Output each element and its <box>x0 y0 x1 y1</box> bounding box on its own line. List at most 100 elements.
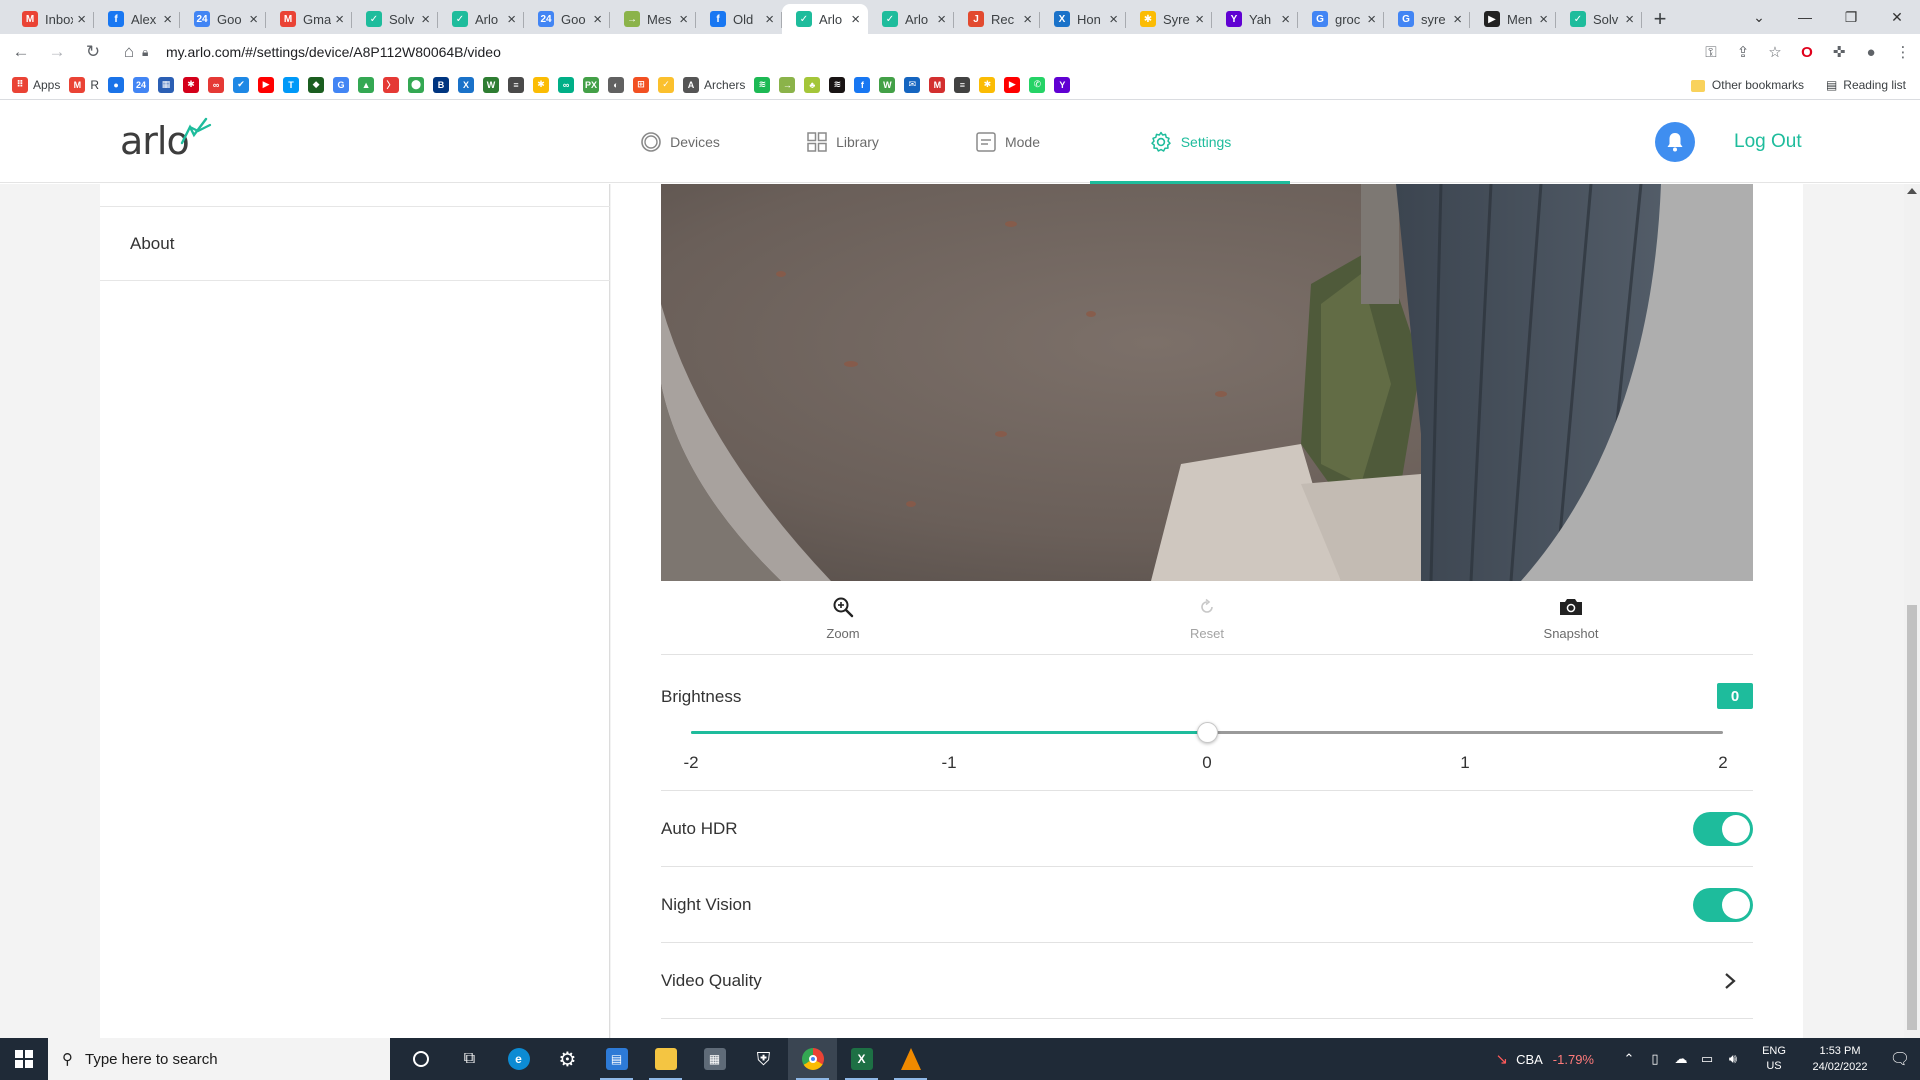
bookmark-item[interactable]: ▶ <box>1004 76 1021 93</box>
nav-mode[interactable]: Mode <box>925 101 1090 183</box>
bookmark-item[interactable]: → <box>779 76 796 93</box>
outlook-app[interactable]: ▤ <box>592 1038 641 1080</box>
tab-close-icon[interactable]: × <box>335 11 344 28</box>
vlc-app[interactable] <box>886 1038 935 1080</box>
bookmark-item[interactable]: G <box>333 76 350 93</box>
bookmark-item[interactable]: Y <box>1054 76 1071 93</box>
scroll-up-arrow[interactable] <box>1907 188 1917 194</box>
bookmark-item[interactable]: M <box>929 76 946 93</box>
nav-settings[interactable]: Settings <box>1090 101 1290 184</box>
browser-tab[interactable]: ✓ Arlo × <box>782 4 868 34</box>
minimize-button[interactable]: — <box>1782 0 1828 34</box>
browser-tab[interactable]: 24 Goo × <box>524 4 610 34</box>
network-icon[interactable]: ▭ <box>1694 1051 1720 1067</box>
tab-close-icon[interactable]: × <box>163 11 172 28</box>
start-button[interactable] <box>0 1038 48 1080</box>
bookmark-item[interactable]: ≋ <box>829 76 846 93</box>
close-window-button[interactable]: ✕ <box>1874 0 1920 34</box>
bookmark-item[interactable]: ▲ <box>358 76 375 93</box>
page-scrollbar[interactable] <box>1904 184 1920 1038</box>
excel-app[interactable]: X <box>837 1038 886 1080</box>
forward-button[interactable]: → <box>42 37 72 67</box>
bookmark-item[interactable]: ⊞ <box>633 76 650 93</box>
edge-app[interactable]: e <box>494 1038 543 1080</box>
address-bar[interactable]: 🔒︎ my.arlo.com/#/settings/device/A8P112W… <box>142 38 1894 66</box>
browser-tab[interactable]: J Rec × <box>954 4 1040 34</box>
browser-tab[interactable]: ✓ Solv × <box>352 4 438 34</box>
brightness-slider-thumb[interactable] <box>1197 722 1218 743</box>
browser-tab[interactable]: X Hon × <box>1040 4 1126 34</box>
bookmark-item[interactable]: MR <box>69 76 99 93</box>
arlo-logo[interactable]: arlo <box>120 117 220 165</box>
browser-tab[interactable]: ✓ Solv × <box>1556 4 1642 34</box>
browser-tab[interactable]: ▶ Men × <box>1470 4 1556 34</box>
bookmark-item[interactable]: W <box>879 76 896 93</box>
settings-app[interactable]: ⚙ <box>543 1038 592 1080</box>
bookmark-item[interactable]: ≋ <box>754 76 771 93</box>
stock-widget[interactable]: ↘ CBA -1.79% <box>1495 1050 1594 1068</box>
tab-close-icon[interactable]: × <box>249 11 258 28</box>
tab-close-icon[interactable]: × <box>1109 11 1118 28</box>
bookmark-item[interactable]: T <box>283 76 300 93</box>
calculator-app[interactable]: ▦ <box>690 1038 739 1080</box>
night-vision-toggle[interactable] <box>1693 887 1753 922</box>
tab-search-icon[interactable]: ⌄ <box>1736 0 1782 34</box>
bookmark-item[interactable]: ⠿ Apps <box>12 76 60 93</box>
other-bookmarks[interactable]: Other bookmarks <box>1690 78 1804 92</box>
tab-close-icon[interactable]: × <box>1281 11 1290 28</box>
bookmark-item[interactable]: X <box>458 76 475 93</box>
action-center-button[interactable]: 🗨︎ <box>1880 1049 1920 1069</box>
tab-close-icon[interactable]: × <box>1625 11 1634 28</box>
browser-tab[interactable]: ✓ Arlo × <box>868 4 954 34</box>
reset-button[interactable]: Reset <box>1025 581 1389 654</box>
bookmark-item[interactable]: ✓ <box>658 76 675 93</box>
cortana-button[interactable] <box>396 1038 445 1080</box>
bookmark-item[interactable]: ⬤ <box>408 76 425 93</box>
browser-tab[interactable]: f Alex × <box>94 4 180 34</box>
bookmark-item[interactable]: ◆ <box>308 76 325 93</box>
bookmark-item[interactable]: ✉ <box>904 76 921 93</box>
sidebar-item-about[interactable]: About <box>100 207 610 281</box>
bookmark-item[interactable]: 〉 <box>383 76 400 93</box>
device-icon[interactable]: ▯ <box>1642 1051 1668 1067</box>
taskbar-search-box[interactable]: ⚲ Type here to search <box>48 1038 390 1080</box>
bookmark-item[interactable]: ◐ <box>608 76 625 93</box>
onedrive-cloud-icon[interactable]: ☁ <box>1668 1051 1694 1067</box>
browser-tab[interactable]: Y Yah × <box>1212 4 1298 34</box>
file-explorer-app[interactable] <box>641 1038 690 1080</box>
volume-icon[interactable]: 🔊︎ <box>1720 1051 1746 1067</box>
chrome-app[interactable] <box>788 1038 837 1080</box>
bookmark-item[interactable]: ♣ <box>804 76 821 93</box>
language-indicator[interactable]: ENG US <box>1752 1044 1796 1074</box>
opera-extension-icon[interactable]: O <box>1798 44 1816 61</box>
scroll-thumb[interactable] <box>1907 605 1917 1030</box>
brightness-slider-track[interactable] <box>691 722 1723 743</box>
bookmark-item[interactable]: B <box>433 76 450 93</box>
browser-tab[interactable]: Gsyre × <box>1384 4 1470 34</box>
tab-close-icon[interactable]: × <box>851 11 860 28</box>
zoom-button[interactable]: Zoom <box>661 581 1025 654</box>
nav-library[interactable]: Library <box>760 101 925 183</box>
new-tab-button[interactable]: + <box>1642 4 1678 34</box>
tab-close-icon[interactable]: × <box>1023 11 1032 28</box>
bookmark-item[interactable]: ✔ <box>233 76 250 93</box>
taskbar-clock[interactable]: 1:53 PM 24/02/2022 <box>1800 1043 1880 1075</box>
browser-tab[interactable]: M Gma × <box>266 4 352 34</box>
tab-close-icon[interactable]: × <box>507 11 516 28</box>
reload-button[interactable]: ↻ <box>78 37 108 67</box>
logout-link[interactable]: Log Out <box>1734 131 1802 153</box>
browser-tab[interactable]: → Mes × <box>610 4 696 34</box>
notifications-button[interactable] <box>1655 122 1695 162</box>
extensions-puzzle-icon[interactable]: ✜ <box>1830 43 1848 61</box>
bookmark-item[interactable]: ● <box>108 76 125 93</box>
bookmark-item[interactable]: ∞ <box>208 76 225 93</box>
video-quality-row[interactable]: Video Quality <box>661 943 1753 1019</box>
bookmark-item[interactable]: f <box>854 76 871 93</box>
show-hidden-icons-chevron-icon[interactable]: ⌃ <box>1616 1051 1642 1067</box>
chrome-menu-icon[interactable]: ⋮ <box>1894 43 1912 61</box>
restore-button[interactable]: ❐ <box>1828 0 1874 34</box>
tab-close-icon[interactable]: × <box>421 11 430 28</box>
bookmark-item[interactable]: ∞ <box>558 76 575 93</box>
browser-tab[interactable]: f Old × <box>696 4 782 34</box>
browser-tab[interactable]: M Inbox× <box>8 4 94 34</box>
